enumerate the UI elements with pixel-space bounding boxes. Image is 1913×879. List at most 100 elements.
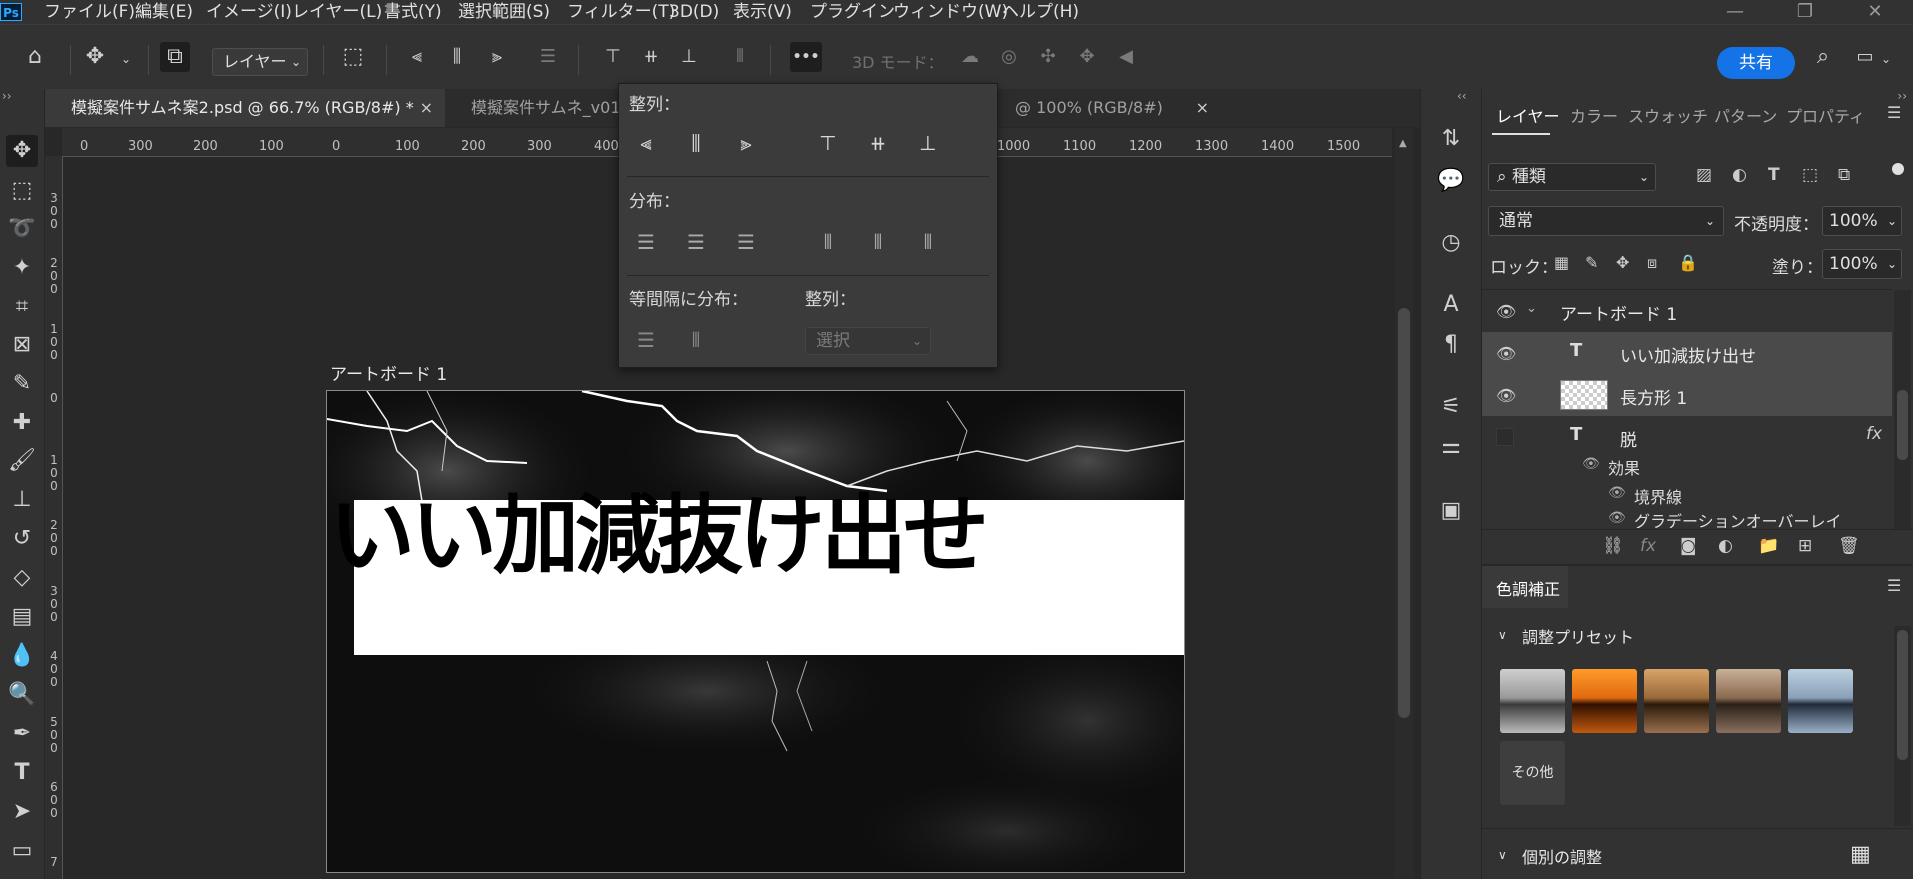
- tab-patterns[interactable]: パターン: [1714, 103, 1777, 127]
- auto-select-icon[interactable]: ⧉: [160, 42, 190, 72]
- new-group-icon[interactable]: 📁: [1758, 536, 1779, 556]
- lasso-icon[interactable]: ➰: [6, 213, 38, 245]
- history-icon[interactable]: ◷: [1435, 227, 1467, 259]
- distribute-vertical-icon[interactable]: ☰: [533, 42, 563, 72]
- align-bottom-icon[interactable]: ⊥: [674, 42, 704, 72]
- distribute-left-icon[interactable]: ⫴: [815, 229, 841, 255]
- new-adjustment-layer-icon[interactable]: ◐: [1718, 536, 1733, 556]
- tab-color[interactable]: カラー: [1570, 103, 1618, 127]
- preset-thumbnail-bw[interactable]: [1500, 669, 1565, 733]
- chevron-down-icon[interactable]: ∨: [1498, 628, 1507, 642]
- libraries-icon[interactable]: ▣: [1435, 495, 1467, 527]
- collapse-arrows-icon[interactable]: ‹‹: [1457, 89, 1467, 103]
- layer-row-artboard[interactable]: 👁 ⌄ アートボード 1: [1482, 290, 1892, 332]
- distribute-horizontal-icon[interactable]: ⫴: [725, 42, 755, 72]
- visibility-eye-icon[interactable]: 👁: [1496, 344, 1516, 363]
- chevron-down-icon[interactable]: ⌄: [118, 44, 134, 74]
- filter-type-icon[interactable]: T: [1768, 165, 1780, 185]
- layer-row-selected[interactable]: 👁 T いい加減抜け出せ: [1482, 332, 1892, 374]
- healing-brush-icon[interactable]: ✚: [6, 407, 38, 439]
- collapse-arrows-icon[interactable]: ››: [1897, 89, 1907, 103]
- gradient-icon[interactable]: ▤: [6, 601, 38, 633]
- home-icon[interactable]: ⌂: [20, 42, 50, 72]
- panel-menu-icon[interactable]: ☰: [1887, 576, 1901, 595]
- workspace-icon[interactable]: ▭: [1850, 42, 1880, 72]
- menu-window[interactable]: ウィンドウ(W): [893, 0, 1008, 24]
- preset-thumbnail-warm[interactable]: [1572, 669, 1637, 733]
- blend-mode-dropdown[interactable]: 通常 ⌄: [1488, 206, 1724, 236]
- close-tab-icon[interactable]: ×: [1196, 89, 1209, 127]
- align-top-icon[interactable]: ⊤: [598, 42, 628, 72]
- scrollbar-thumb[interactable]: [1897, 630, 1908, 760]
- effect-row[interactable]: 👁 境界線: [1482, 480, 1892, 510]
- align-left-icon[interactable]: ⫷: [402, 42, 432, 72]
- menu-layer[interactable]: レイヤー(L): [292, 0, 382, 24]
- individual-adjustments-label[interactable]: 個別の調整: [1522, 844, 1602, 868]
- distribute-horizontal-centers-icon[interactable]: ⫴: [865, 229, 891, 255]
- filter-toggle-icon[interactable]: [1892, 163, 1904, 175]
- filter-smart-object-icon[interactable]: ⧉: [1838, 165, 1850, 185]
- rectangle-tool-icon[interactable]: ▭: [6, 835, 38, 867]
- move-tool-icon[interactable]: ✥: [80, 42, 110, 72]
- align-right-icon[interactable]: ⫸: [482, 42, 512, 72]
- eyedropper-icon[interactable]: ✎: [6, 368, 38, 400]
- distribute-vertical-centers-icon[interactable]: ☰: [683, 229, 709, 255]
- distribute-bottom-icon[interactable]: ☰: [733, 229, 759, 255]
- close-tab-icon[interactable]: ×: [420, 89, 433, 127]
- align-bottom-edges-icon[interactable]: ⊥: [915, 130, 941, 156]
- tab-properties[interactable]: プロパティ: [1786, 103, 1865, 127]
- history-brush-icon[interactable]: ↺: [6, 523, 38, 555]
- align-top-edges-icon[interactable]: ⊤: [815, 130, 841, 156]
- lock-pixels-icon[interactable]: ✎: [1585, 253, 1598, 272]
- menu-image[interactable]: イメージ(I): [206, 0, 292, 24]
- scroll-up-icon[interactable]: ▲: [1399, 138, 1407, 149]
- distribute-horizontal-spacing-icon[interactable]: ⫴: [683, 327, 709, 353]
- restore-button[interactable]: ❐: [1785, 0, 1825, 24]
- rectangular-marquee-icon[interactable]: ⬚: [6, 175, 38, 207]
- distribute-top-icon[interactable]: ☰: [633, 229, 659, 255]
- add-mask-icon[interactable]: ◙: [1680, 536, 1697, 556]
- preset-thumbnail-vintage[interactable]: [1716, 669, 1781, 733]
- magic-wand-icon[interactable]: ✦: [6, 252, 38, 284]
- grid-view-icon[interactable]: ▦: [1850, 842, 1871, 867]
- preset-thumbnail-sepia[interactable]: [1644, 669, 1709, 733]
- lock-all-icon[interactable]: 🔒: [1678, 253, 1698, 272]
- menu-help[interactable]: ヘルプ(H): [1002, 0, 1079, 24]
- lock-artboard-icon[interactable]: ⧈: [1647, 253, 1657, 273]
- frame-tool-icon[interactable]: ⊠: [6, 329, 38, 361]
- align-vertical-centers-icon[interactable]: ⧺: [865, 130, 891, 156]
- brush-settings-icon[interactable]: ⚟: [1435, 391, 1467, 423]
- distribute-vertical-spacing-icon[interactable]: ☰: [633, 327, 659, 353]
- artboard-label[interactable]: アートボード 1: [330, 360, 447, 385]
- panel-menu-icon[interactable]: ☰: [1887, 103, 1901, 122]
- filter-pixel-icon[interactable]: ▨: [1696, 165, 1712, 185]
- distribute-right-icon[interactable]: ⫴: [915, 229, 941, 255]
- path-selection-icon[interactable]: ➤: [6, 796, 38, 828]
- transform-controls-icon[interactable]: ⬚: [338, 42, 368, 72]
- visibility-eye-icon[interactable]: 👁: [1608, 510, 1626, 526]
- link-layers-icon[interactable]: ⛓: [1602, 536, 1624, 556]
- add-style-icon[interactable]: fx: [1640, 536, 1656, 556]
- align-horizontal-center-icon[interactable]: ⫼: [442, 42, 472, 72]
- filter-adjustment-icon[interactable]: ◐: [1732, 165, 1747, 185]
- tab-swatches[interactable]: スウォッチ: [1628, 103, 1708, 127]
- layers-scrollbar[interactable]: [1894, 290, 1911, 530]
- align-left-edges-icon[interactable]: ⫷: [633, 130, 659, 156]
- document-tab[interactable]: @ 100% (RGB/8#) ×: [995, 89, 1225, 127]
- paragraph-icon[interactable]: ¶: [1435, 329, 1467, 361]
- visibility-eye-icon[interactable]: 👁: [1496, 302, 1516, 321]
- adjustments-scrollbar[interactable]: [1894, 626, 1911, 826]
- more-options-button[interactable]: •••: [790, 42, 822, 72]
- clone-stamp-icon[interactable]: ⊥: [6, 484, 38, 516]
- layer-row-selected[interactable]: 👁 長方形 1: [1482, 374, 1892, 416]
- menu-file[interactable]: ファイル(F): [44, 0, 135, 24]
- eraser-icon[interactable]: ◇: [6, 562, 38, 594]
- adjustments-sliders-icon[interactable]: ⚌: [1435, 431, 1467, 463]
- effect-row[interactable]: 👁 グラデーションオーバーレイ: [1482, 508, 1892, 528]
- fill-field[interactable]: 100% ⌄: [1822, 249, 1902, 279]
- effects-row[interactable]: 👁 効果: [1482, 451, 1892, 481]
- menu-type[interactable]: 書式(Y): [384, 0, 442, 24]
- close-window-button[interactable]: ✕: [1855, 0, 1895, 24]
- brush-icon[interactable]: 🖌: [6, 445, 38, 477]
- filter-shape-icon[interactable]: ⬚: [1802, 165, 1818, 185]
